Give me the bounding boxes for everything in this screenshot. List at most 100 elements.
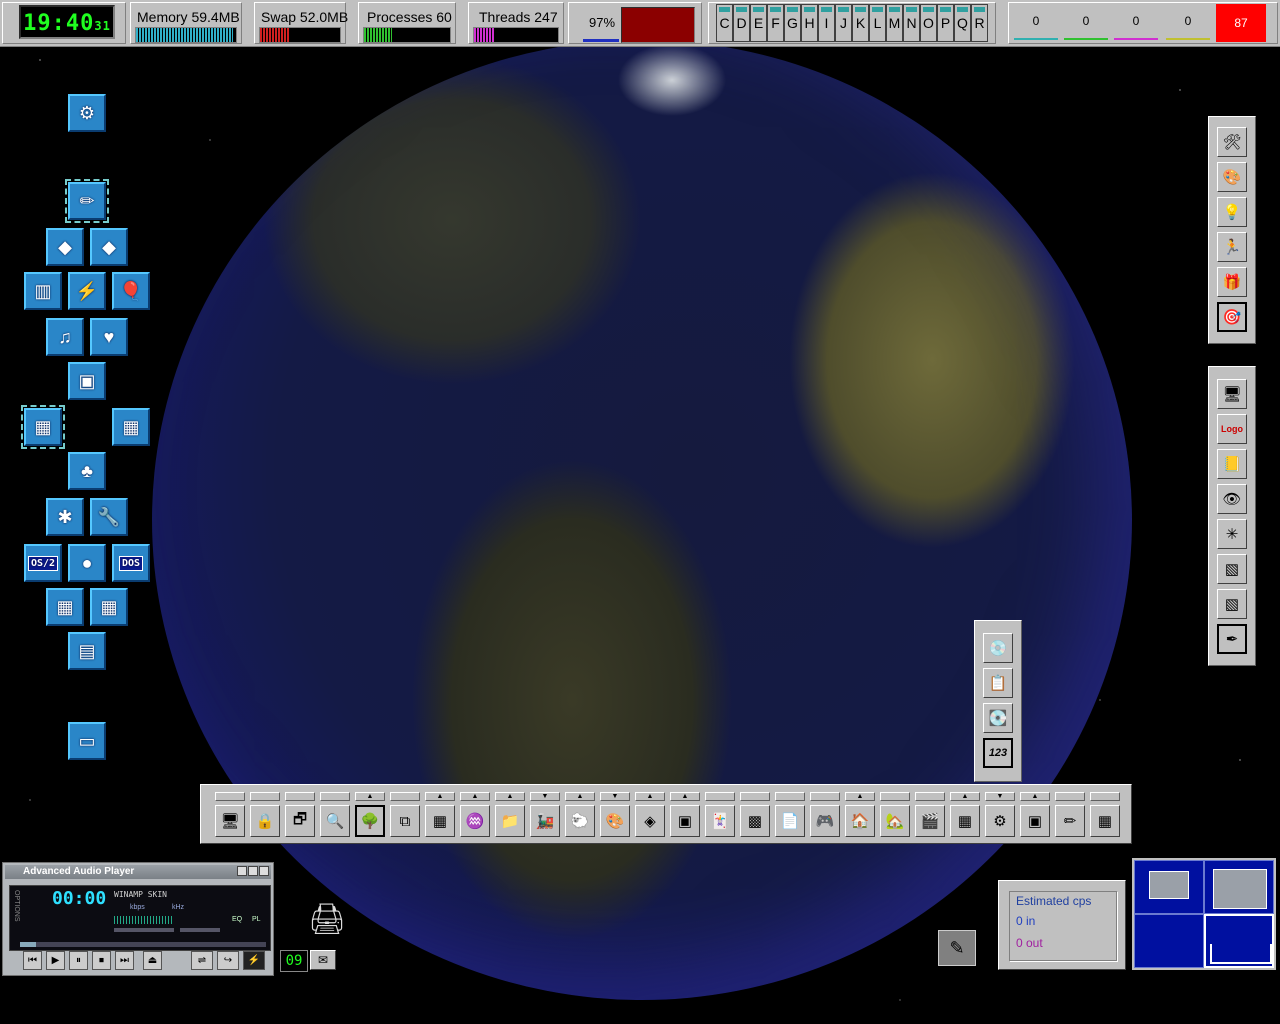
- close-icon[interactable]: [259, 866, 269, 876]
- launch-bar-button-10[interactable]: 🚂: [530, 805, 560, 837]
- launch-bar-arrow-18[interactable]: [810, 792, 840, 801]
- launch-bar-arrow-26[interactable]: [1090, 792, 1120, 801]
- launch-bar-arrow-4[interactable]: [320, 792, 350, 801]
- drive-h-button[interactable]: H: [801, 4, 818, 42]
- launcher-icon[interactable]: ⚙: [68, 94, 106, 132]
- window-grid-icon-1[interactable]: ▦: [46, 588, 84, 626]
- memory-meter[interactable]: Memory 59.4MB: [130, 2, 242, 44]
- drawing-tray-icon[interactable]: ✎: [938, 930, 976, 966]
- launch-bar-button-9[interactable]: 📁: [495, 805, 525, 837]
- mb-button-2[interactable]: 📋: [983, 668, 1013, 698]
- drive-l-button[interactable]: L: [869, 4, 886, 42]
- drive-c-button[interactable]: C: [716, 4, 733, 42]
- volume-bars[interactable]: [114, 916, 174, 924]
- launch-bar-arrow-20[interactable]: [880, 792, 910, 801]
- minimize-icon[interactable]: [237, 866, 247, 876]
- launch-bar-arrow-12[interactable]: ▼: [600, 792, 630, 801]
- rb1-button-1[interactable]: 🛠: [1217, 127, 1247, 157]
- rb1-button-4[interactable]: 🏃: [1217, 232, 1247, 262]
- launch-bar-button-7[interactable]: ▦: [425, 805, 455, 837]
- launch-bar-arrow-5[interactable]: ▲: [355, 792, 385, 801]
- launch-bar-arrow-22[interactable]: ▲: [950, 792, 980, 801]
- launch-bar-button-21[interactable]: 🎬: [915, 805, 945, 837]
- swap-meter[interactable]: Swap 52.0MB: [254, 2, 348, 44]
- seek-bar[interactable]: [20, 942, 266, 947]
- mail-counter[interactable]: 09: [280, 950, 308, 972]
- mb-button-1[interactable]: 💿: [983, 633, 1013, 663]
- eq-toggle[interactable]: EQ: [232, 916, 242, 923]
- desktop-3[interactable]: [1134, 914, 1204, 968]
- launch-bar-button-6[interactable]: ⧉: [390, 805, 420, 837]
- devices-icon[interactable]: ▭: [68, 722, 106, 760]
- launch-bar-button-20[interactable]: 🏡: [880, 805, 910, 837]
- launch-bar-arrow-23[interactable]: ▼: [985, 792, 1015, 801]
- launch-bar-arrow-3[interactable]: [285, 792, 315, 801]
- launch-bar-arrow-10[interactable]: ▼: [530, 792, 560, 801]
- launch-bar-button-15[interactable]: 🃏: [705, 805, 735, 837]
- rb2-button-4[interactable]: 👁: [1217, 484, 1247, 514]
- warning-icon-1[interactable]: ◆: [46, 228, 84, 266]
- printer-icon[interactable]: 🖨: [308, 902, 350, 942]
- launch-bar-button-11[interactable]: 🐑: [565, 805, 595, 837]
- audio-player[interactable]: Advanced Audio Player OPTIONS 00:00 WINA…: [2, 862, 274, 976]
- launch-bar-button-5[interactable]: 🌳: [355, 805, 385, 837]
- launch-bar-arrow-11[interactable]: ▲: [565, 792, 595, 801]
- drive-r-button[interactable]: R: [971, 4, 988, 42]
- drive-j-button[interactable]: J: [835, 4, 852, 42]
- cards-game-icon[interactable]: ♥: [90, 318, 128, 356]
- seek-handle[interactable]: [20, 942, 36, 947]
- rb1-button-3[interactable]: 💡: [1217, 197, 1247, 227]
- player-time[interactable]: 00:00: [52, 888, 106, 909]
- drawer-icon[interactable]: ▤: [68, 632, 106, 670]
- wrench-icon[interactable]: 🔧: [90, 498, 128, 536]
- launch-bar-arrow-17[interactable]: [775, 792, 805, 801]
- launch-bar-arrow-13[interactable]: ▲: [635, 792, 665, 801]
- maximize-icon[interactable]: [248, 866, 258, 876]
- rb2-button-1[interactable]: 🖥: [1217, 379, 1247, 409]
- music-note-icon[interactable]: ♫: [46, 318, 84, 356]
- drive-o-button[interactable]: O: [920, 4, 937, 42]
- launch-bar-button-17[interactable]: 📄: [775, 805, 805, 837]
- mb-button-3[interactable]: 💽: [983, 703, 1013, 733]
- launch-bar-arrow-15[interactable]: [705, 792, 735, 801]
- launch-bar-arrow-8[interactable]: ▲: [460, 792, 490, 801]
- pause-button[interactable]: ⏸: [69, 951, 88, 970]
- rb1-button-6[interactable]: 🎯: [1217, 302, 1247, 332]
- play-button[interactable]: ▶: [46, 951, 65, 970]
- drive-n-button[interactable]: N: [903, 4, 920, 42]
- rb2-button-8[interactable]: ✒: [1217, 624, 1247, 654]
- mail-icon[interactable]: ✉: [310, 950, 336, 970]
- dos-icon[interactable]: DOS: [112, 544, 150, 582]
- launch-bar-button-23[interactable]: ⚙: [985, 805, 1015, 837]
- network-computer-icon[interactable]: ⚡: [68, 272, 106, 310]
- launch-bar-arrow-2[interactable]: [250, 792, 280, 801]
- mb-button-4[interactable]: 123: [983, 738, 1013, 768]
- launch-bar-arrow-1[interactable]: [215, 792, 245, 801]
- monitor-icon[interactable]: ▣: [68, 362, 106, 400]
- launch-bar-arrow-21[interactable]: [915, 792, 945, 801]
- launch-bar-button-14[interactable]: ▣: [670, 805, 700, 837]
- drive-g-button[interactable]: G: [784, 4, 801, 42]
- rb2-button-7[interactable]: ▧: [1217, 589, 1247, 619]
- pl-toggle[interactable]: PL: [252, 916, 261, 923]
- launch-bar-button-12[interactable]: 🎨: [600, 805, 630, 837]
- launch-bar-button-8[interactable]: ♒: [460, 805, 490, 837]
- launch-bar-button-1[interactable]: 🖥: [215, 805, 245, 837]
- rb2-button-5[interactable]: ✳: [1217, 519, 1247, 549]
- digital-clock[interactable]: 19:4031: [19, 5, 115, 39]
- tree-icon[interactable]: ♣: [68, 452, 106, 490]
- stop-button[interactable]: ⏹: [92, 951, 111, 970]
- os2-icon[interactable]: OS/2: [24, 544, 62, 582]
- bug-icon[interactable]: ✱: [46, 498, 84, 536]
- rb2-button-2[interactable]: Logo: [1217, 414, 1247, 444]
- rb1-button-2[interactable]: 🎨: [1217, 162, 1247, 192]
- drive-m-button[interactable]: M: [886, 4, 903, 42]
- launch-bar-button-24[interactable]: ▣: [1020, 805, 1050, 837]
- launch-bar-arrow-14[interactable]: ▲: [670, 792, 700, 801]
- drive-q-button[interactable]: Q: [954, 4, 971, 42]
- window-grid-icon-2[interactable]: ▦: [90, 588, 128, 626]
- launch-bar-button-18[interactable]: 🎮: [810, 805, 840, 837]
- balloon-icon[interactable]: 🎈: [112, 272, 150, 310]
- player-title[interactable]: Advanced Audio Player: [5, 865, 271, 879]
- repeat-icon[interactable]: ↪: [217, 951, 239, 970]
